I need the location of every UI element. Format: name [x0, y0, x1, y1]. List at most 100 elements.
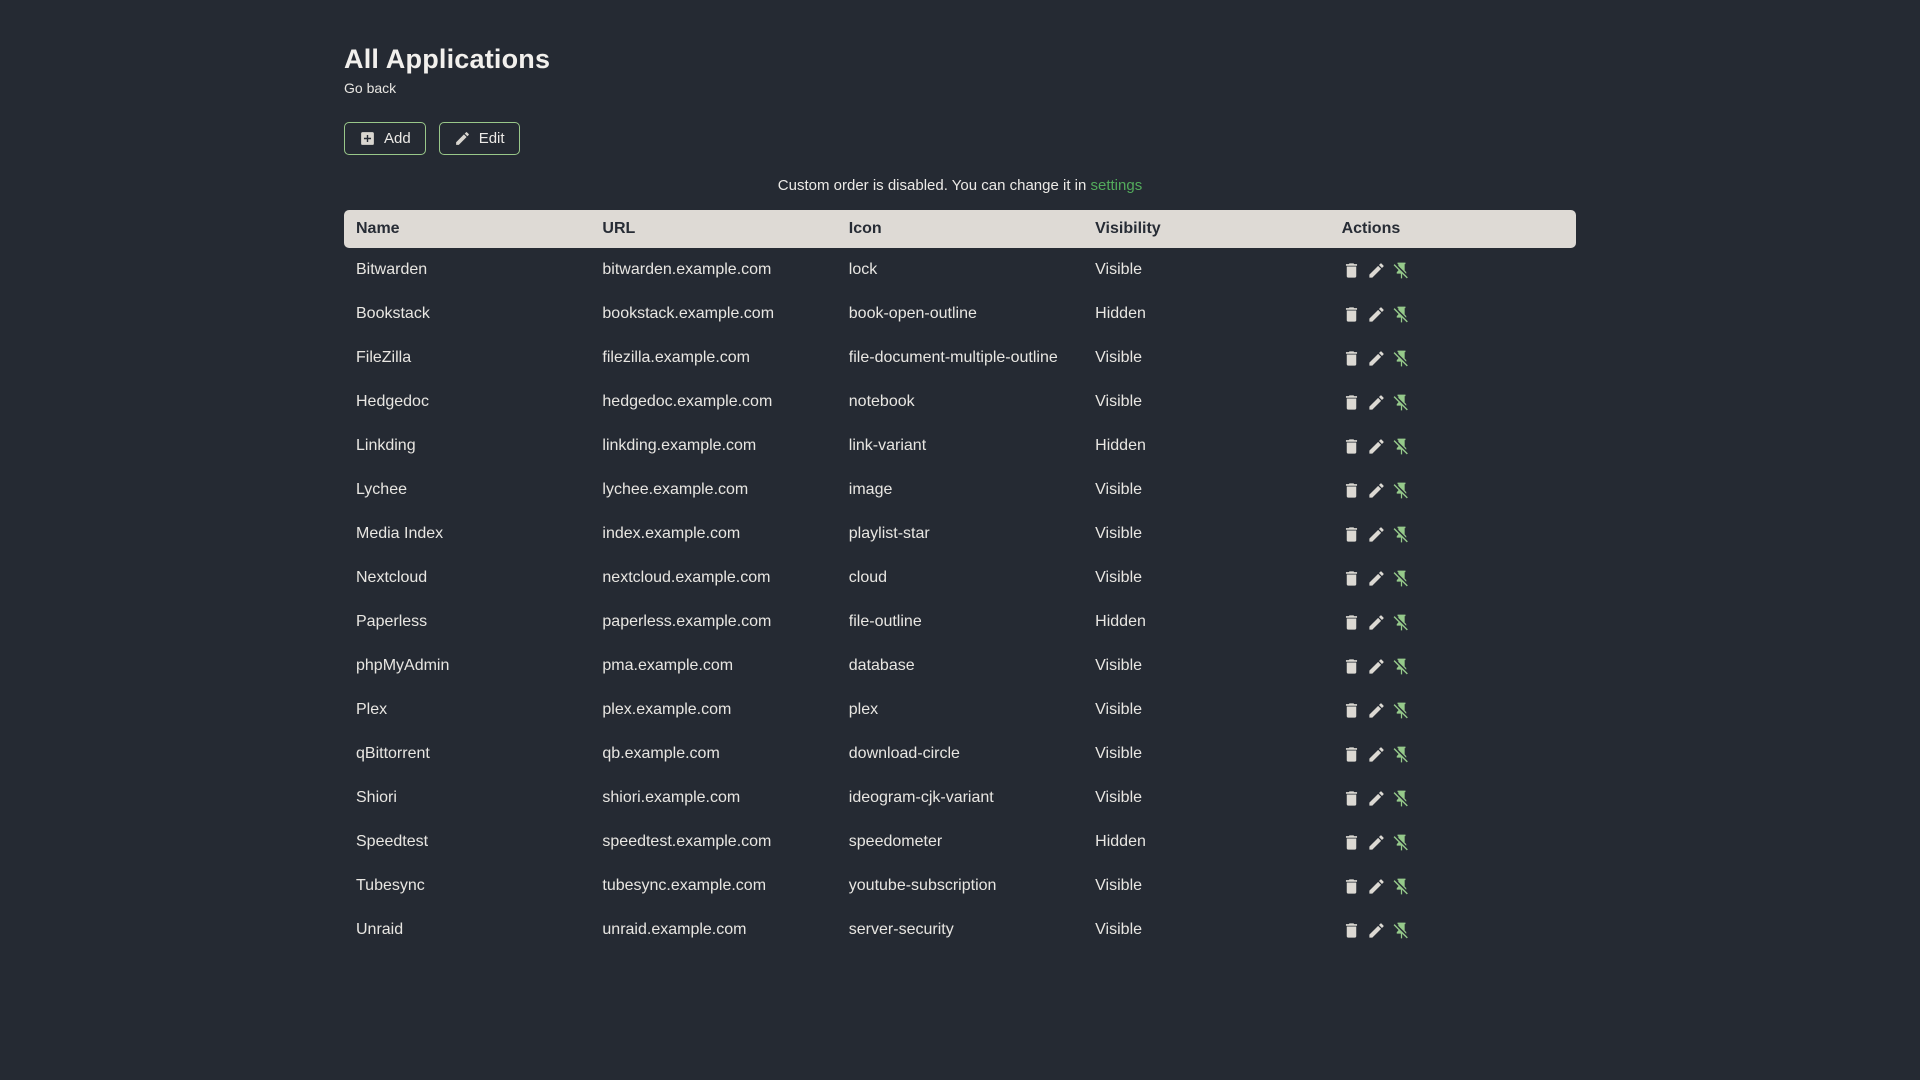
pin-off-button[interactable] — [1392, 657, 1411, 676]
pin-off-button[interactable] — [1392, 261, 1411, 280]
app-actions — [1330, 512, 1576, 556]
edit-row-button[interactable] — [1367, 745, 1386, 764]
trash-icon — [1345, 746, 1357, 762]
app-icon-name: server-security — [848, 921, 954, 938]
pencil-icon — [1368, 526, 1384, 542]
edit-row-button[interactable] — [1367, 481, 1386, 500]
app-actions — [1330, 424, 1576, 468]
app-visibility: Visible — [1095, 657, 1143, 674]
delete-button[interactable] — [1342, 701, 1361, 720]
pin-off-button[interactable] — [1392, 613, 1411, 632]
edit-row-button[interactable] — [1367, 393, 1386, 412]
app-icon-name: book-open-outline — [848, 305, 977, 322]
add-button[interactable]: Add — [344, 122, 426, 155]
app-url: speedtest.example.com — [602, 833, 772, 850]
pin-off-button[interactable] — [1392, 437, 1411, 456]
edit-row-button[interactable] — [1367, 877, 1386, 896]
app-icon-name: download-circle — [848, 745, 960, 762]
go-back-link[interactable]: Go back — [344, 80, 396, 96]
pin-off-icon — [1393, 306, 1408, 322]
pin-off-button[interactable] — [1392, 349, 1411, 368]
app-visibility: Visible — [1095, 393, 1143, 410]
delete-button[interactable] — [1342, 921, 1361, 940]
pin-off-button[interactable] — [1392, 833, 1411, 852]
pin-off-button[interactable] — [1392, 481, 1411, 500]
pencil-icon — [455, 132, 469, 145]
pin-off-icon — [1393, 746, 1408, 762]
pencil-icon — [1368, 658, 1384, 674]
app-icon-name: lock — [848, 261, 878, 278]
app-name: Bitwarden — [356, 261, 428, 278]
edit-row-button[interactable] — [1367, 833, 1386, 852]
edit-row-button[interactable] — [1367, 701, 1386, 720]
pin-off-icon — [1393, 262, 1408, 278]
app-actions — [1330, 820, 1576, 864]
pencil-icon — [1368, 482, 1384, 498]
edit-row-button[interactable] — [1367, 569, 1386, 588]
app-actions — [1330, 600, 1576, 644]
pencil-icon — [1368, 746, 1384, 762]
delete-button[interactable] — [1342, 349, 1361, 368]
delete-button[interactable] — [1342, 305, 1361, 324]
column-header-visibility: Visibility — [1083, 210, 1330, 248]
app-visibility: Visible — [1095, 789, 1143, 806]
app-actions — [1330, 380, 1576, 424]
pin-off-icon — [1393, 834, 1408, 850]
applications-table: Name URL Icon Visibility Actions Bitward… — [344, 210, 1576, 952]
table-row: phpMyAdmin pma.example.com database Visi… — [344, 644, 1576, 688]
app-icon-name: youtube-subscription — [848, 877, 997, 894]
applications-page: All Applications Go back Add Edit Custom… — [344, 0, 1576, 952]
app-visibility: Visible — [1095, 525, 1143, 542]
column-header-icon: Icon — [836, 210, 1084, 248]
app-visibility: Hidden — [1095, 613, 1146, 630]
app-url: paperless.example.com — [602, 613, 772, 630]
edit-row-button[interactable] — [1367, 789, 1386, 808]
pin-off-button[interactable] — [1392, 921, 1411, 940]
table-row: Tubesync tubesync.example.com youtube-su… — [344, 864, 1576, 908]
pencil-icon — [1368, 438, 1384, 454]
app-name: phpMyAdmin — [356, 657, 450, 674]
delete-button[interactable] — [1342, 437, 1361, 456]
app-name: Shiori — [356, 789, 397, 806]
delete-button[interactable] — [1342, 525, 1361, 544]
app-actions — [1330, 292, 1576, 336]
edit-row-button[interactable] — [1367, 305, 1386, 324]
table-row: qBittorrent qb.example.com download-circ… — [344, 732, 1576, 776]
pencil-icon — [1368, 922, 1384, 938]
edit-button[interactable]: Edit — [438, 122, 520, 155]
pin-off-button[interactable] — [1392, 569, 1411, 588]
settings-link[interactable]: settings — [1091, 177, 1143, 194]
table-row: Nextcloud nextcloud.example.com cloud Vi… — [344, 556, 1576, 600]
delete-button[interactable] — [1342, 745, 1361, 764]
delete-button[interactable] — [1342, 393, 1361, 412]
edit-row-button[interactable] — [1367, 921, 1386, 940]
edit-row-button[interactable] — [1367, 613, 1386, 632]
pin-off-button[interactable] — [1392, 701, 1411, 720]
edit-row-button[interactable] — [1367, 349, 1386, 368]
app-visibility: Visible — [1095, 349, 1143, 366]
app-actions — [1330, 468, 1576, 512]
pin-off-button[interactable] — [1392, 393, 1411, 412]
table-row: Shiori shiori.example.com ideogram-cjk-v… — [344, 776, 1576, 820]
pin-off-button[interactable] — [1392, 877, 1411, 896]
app-actions — [1330, 688, 1576, 732]
edit-row-button[interactable] — [1367, 261, 1386, 280]
pin-off-button[interactable] — [1392, 525, 1411, 544]
delete-button[interactable] — [1342, 481, 1361, 500]
delete-button[interactable] — [1342, 261, 1361, 280]
pin-off-icon — [1393, 350, 1408, 366]
delete-button[interactable] — [1342, 877, 1361, 896]
edit-row-button[interactable] — [1367, 657, 1386, 676]
delete-button[interactable] — [1342, 833, 1361, 852]
delete-button[interactable] — [1342, 613, 1361, 632]
pin-off-button[interactable] — [1392, 789, 1411, 808]
trash-icon — [1345, 350, 1357, 366]
pin-off-button[interactable] — [1392, 745, 1411, 764]
delete-button[interactable] — [1342, 569, 1361, 588]
pin-off-button[interactable] — [1392, 305, 1411, 324]
edit-row-button[interactable] — [1367, 525, 1386, 544]
edit-row-button[interactable] — [1367, 437, 1386, 456]
delete-button[interactable] — [1342, 657, 1361, 676]
delete-button[interactable] — [1342, 789, 1361, 808]
pencil-icon — [1368, 350, 1384, 366]
